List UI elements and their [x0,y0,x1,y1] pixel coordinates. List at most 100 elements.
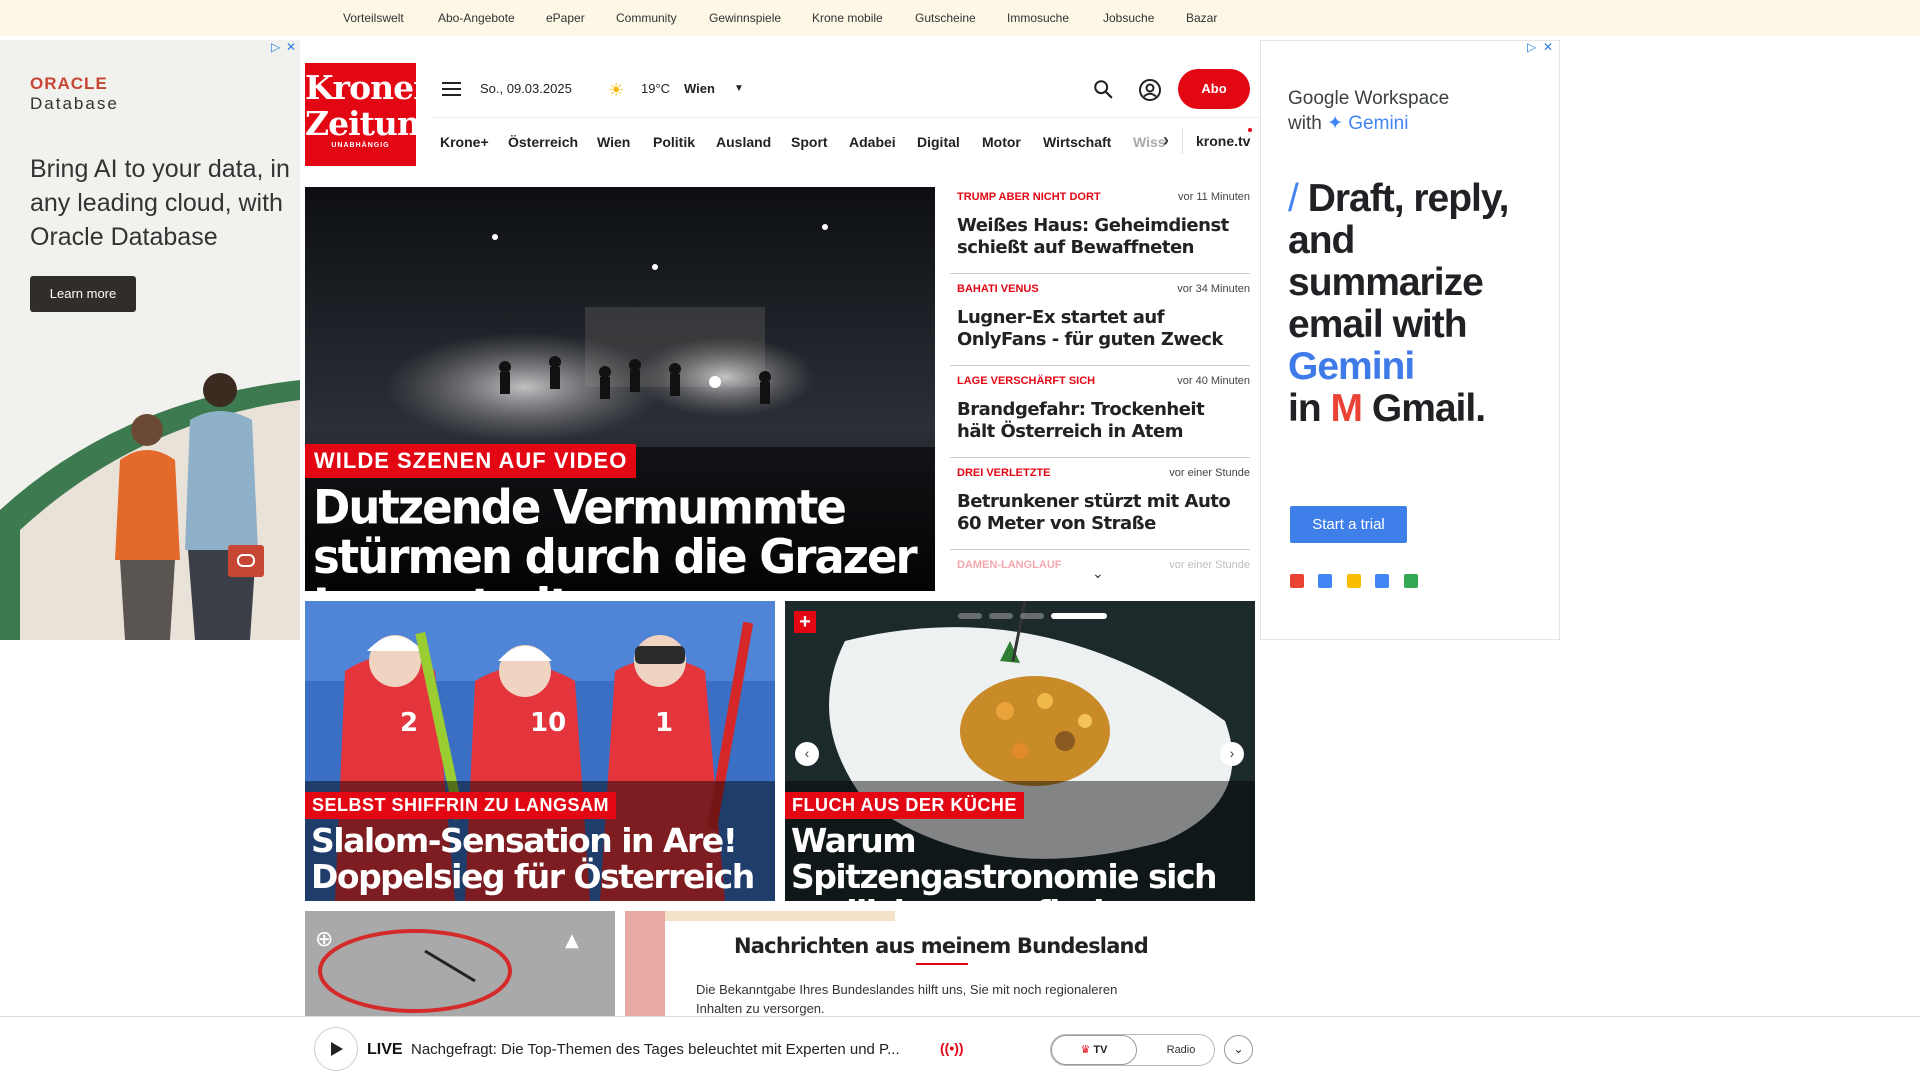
krone-plus-badge-icon: + [794,611,816,633]
news-time: vor einer Stunde [1169,467,1250,479]
news-kicker: DREI VERLETZTE [957,467,1051,479]
nav-divider [1182,128,1183,154]
account-icon[interactable] [1138,78,1162,102]
nav-item-politik[interactable]: Politik [653,134,695,150]
gw-headline-gmail: Gmail. [1371,387,1486,430]
topnav-link-gewinnspiele[interactable]: Gewinnspiele [709,11,781,25]
live-program-title[interactable]: Nachgefragt: Die Top-Themen des Tages be… [411,1041,900,1058]
news-time: vor einer Stunde [1169,559,1250,571]
toggle-tv[interactable]: ♛ TV [1051,1035,1137,1065]
header-city[interactable]: Wien [684,81,715,96]
news-list-item[interactable]: DREI VERLETZTE vor einer Stunde Betrunke… [950,467,1250,551]
nav-scroll-right-icon[interactable]: › [1163,130,1169,151]
workspace-app-icons [1290,574,1428,593]
news-divider [950,365,1250,366]
gw-headline: / Draft, reply, and summarize email with… [1288,178,1548,430]
crown-icon: ♛ [1080,1044,1094,1056]
card-kicker: FLUCH AUS DER KÜCHE [785,792,1024,819]
ad-info-icon[interactable]: ▷ [1527,40,1536,54]
carousel-dots[interactable] [958,606,1114,624]
svg-text:1: 1 [655,708,673,738]
kronen-zeitung-logo[interactable]: Kronen Zeitung UNABHÄNGIG [305,63,443,166]
abo-button[interactable]: Abo [1178,69,1250,109]
news-title[interactable]: Brandgefahr: Trockenheit hält Österreich… [957,399,1247,443]
nav-item-wien[interactable]: Wien [597,134,630,150]
topnav-link-bazar[interactable]: Bazar [1186,11,1217,25]
search-icon[interactable] [1092,78,1114,100]
nav-item-digital[interactable]: Digital [917,134,960,150]
news-kicker: LAGE VERSCHÄRFT SICH [957,375,1096,387]
bundesland-underline [916,963,968,965]
nav-item-wirtschaft[interactable]: Wirtschaft [1043,134,1111,150]
drive-icon [1346,574,1361,588]
carousel-next-arrow-icon[interactable]: › [1220,742,1244,766]
news-list-item[interactable]: TRUMP ABER NICHT DORT vor 11 Minuten Wei… [950,191,1250,275]
live-indicator-dot [1248,128,1252,132]
header-temperature: 19°C [641,81,671,96]
topnav-link-krone-mobile[interactable]: Krone mobile [812,11,883,25]
article-card-slalom[interactable]: 2 10 1 SELBST SHIFFRIN ZU LANGSAM Slalom… [305,601,775,901]
meet-icon [1403,574,1418,588]
topnav-link-gutscheine[interactable]: Gutscheine [915,11,976,25]
expand-list-chevron-icon[interactable]: ⌄ [1092,565,1104,582]
ad-left-people-image [0,373,300,640]
nav-item-motor[interactable]: Motor [982,134,1021,150]
news-divider [950,273,1250,274]
play-icon [331,1042,343,1056]
toggle-radio[interactable]: Radio [1151,1035,1211,1065]
ad-right-google-workspace[interactable]: Google Workspace with ✦ Gemini / Draft, … [1260,40,1560,640]
start-trial-button[interactable]: Start a trial [1290,506,1407,543]
news-title[interactable]: Weißes Haus: Geheimdienst schießt auf Be… [957,215,1247,259]
ad-close-icon[interactable]: ✕ [1543,40,1553,54]
ad-close-icon[interactable]: ✕ [286,40,296,54]
oracle-logo-sub: Database [30,94,119,113]
topnav-link-epaper[interactable]: ePaper [546,11,585,25]
play-button[interactable] [314,1027,358,1071]
card-title[interactable]: Warum Spitzengastronomie sich endlich ne… [791,823,1251,902]
ad-info-icon[interactable]: ▷ [271,40,280,54]
main-navigation: Krone+ Österreich Wien Politik Ausland S… [430,117,1260,167]
news-title[interactable]: Betrunkener stürzt mit Auto 60 Meter von… [957,491,1247,535]
news-divider [950,549,1250,550]
gmail-logo-icon: M [1330,387,1363,430]
toggle-tv-label: TV [1093,1044,1108,1056]
ad-left-oracle[interactable]: ORACLE Database Bring AI to your data, i… [0,40,300,640]
live-player-bar: LIVE Nachgefragt: Die Top-Themen des Tag… [0,1016,1920,1080]
gw-headline-main: Draft, reply, and summarize email with [1288,177,1510,346]
nav-item-kronetv[interactable]: krone.tv [1196,133,1250,149]
city-dropdown-chevron-icon[interactable]: ▼ [734,83,744,94]
gmail-icon [1290,574,1304,588]
topnav-link-vorteilswelt[interactable]: Vorteilswelt [343,11,404,25]
logo-line3: UNABHÄNGIG [331,142,390,149]
hamburger-menu-icon[interactable] [442,82,461,96]
card-title[interactable]: Slalom-Sensation in Are! Doppelsieg für … [311,823,771,895]
topnav-link-immosuche[interactable]: Immosuche [1007,11,1069,25]
drone-video-article[interactable]: ⊕ ▲ [305,911,615,1031]
nav-item-ausland[interactable]: Ausland [716,134,771,150]
nav-item-wissen[interactable]: Wiss [1133,134,1166,150]
broadcast-icon: ((•)) [940,1040,964,1056]
card-kicker: SELBST SHIFFRIN ZU LANGSAM [305,792,616,819]
topnav-link-abo-angebote[interactable]: Abo-Angebote [438,11,515,25]
topnav-link-jobsuche[interactable]: Jobsuche [1103,11,1154,25]
top-utility-bar: Vorteilswelt Abo-Angebote ePaper Communi… [0,0,1920,36]
article-card-gastronomie[interactable]: FLUCH AUS DER KÜCHE Warum Spitzengastron… [785,601,1255,901]
nav-item-adabei[interactable]: Adabei [849,134,896,150]
nav-item-kroneplus[interactable]: Krone+ [440,134,489,150]
gw-headline-in: in [1288,387,1322,430]
learn-more-button[interactable]: Learn more [30,276,136,312]
logo-line1: Kronen [305,68,437,107]
expand-player-chevron-icon[interactable]: ⌄ [1224,1035,1253,1064]
carousel-prev-arrow-icon[interactable]: ‹ [795,742,819,766]
topnav-link-community[interactable]: Community [616,11,677,25]
tv-radio-toggle[interactable]: ♛ TV Radio [1050,1034,1215,1066]
news-title[interactable]: Lugner-Ex startet auf OnlyFans - für gut… [957,307,1247,351]
news-list-item[interactable]: LAGE VERSCHÄRFT SICH vor 40 Minuten Bran… [950,375,1250,459]
header-date: So., 09.03.2025 [480,81,572,96]
news-list-item[interactable]: BAHATI VENUS vor 34 Minuten Lugner-Ex st… [950,283,1250,367]
nav-item-oesterreich[interactable]: Österreich [508,134,578,150]
gw-title-line1: Google Workspace [1288,88,1450,109]
sun-icon: ☀ [608,80,625,100]
nav-item-sport[interactable]: Sport [791,134,828,150]
calendar-icon [1318,574,1333,588]
